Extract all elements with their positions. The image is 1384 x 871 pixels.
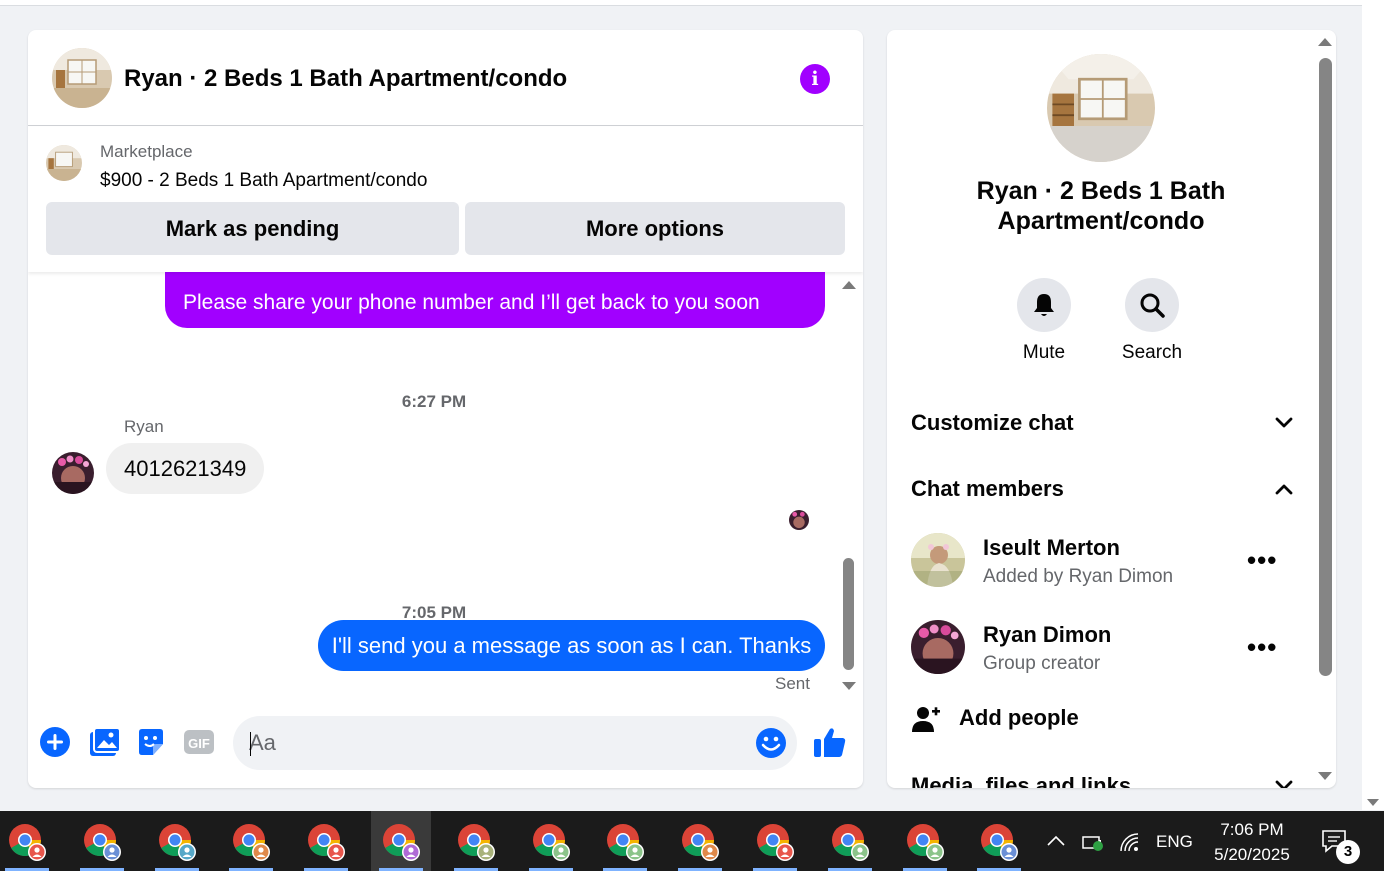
browser-top-edge <box>0 0 1362 6</box>
taskbar-chrome-icon[interactable] <box>221 811 281 871</box>
chat-panel: Ryan · 2 Beds 1 Bath Apartment/condo i M… <box>28 30 863 788</box>
message-scrollbar[interactable] <box>838 278 860 698</box>
member-name: Iseult Merton <box>983 535 1120 560</box>
member-avatar[interactable] <box>911 533 965 587</box>
member-more-icon[interactable]: ••• <box>1247 545 1277 576</box>
gif-icon[interactable]: GIF <box>183 726 215 758</box>
seen-receipt-avatar <box>789 510 809 530</box>
mute-button[interactable]: Mute <box>1004 278 1084 364</box>
photo-icon[interactable] <box>88 726 120 758</box>
taskbar-chrome-icon[interactable] <box>521 811 581 871</box>
scroll-down-icon[interactable] <box>842 682 856 690</box>
add-person-icon <box>912 707 940 732</box>
sticker-icon[interactable] <box>135 726 167 758</box>
search-icon <box>1140 293 1165 318</box>
listing-thumbnail[interactable] <box>52 48 112 108</box>
wifi-icon[interactable] <box>1118 831 1142 853</box>
member-subtitle: Group creator <box>983 653 1101 674</box>
chat-members-label: Chat members <box>911 476 1064 501</box>
taskbar-chrome-icon[interactable] <box>371 811 431 871</box>
mute-label: Mute <box>1022 342 1066 363</box>
info-icon[interactable]: i <box>800 64 830 94</box>
outgoing-message-bubble[interactable]: property Please share your phone number … <box>165 272 825 328</box>
media-files-links-section[interactable]: Media, files and links <box>911 766 1293 788</box>
windows-taskbar: ENG 7:06 PM 5/20/2025 3 <box>0 811 1384 871</box>
chat-details-panel: Ryan · 2 Beds 1 Bath Apartment/condo Mut… <box>887 30 1336 788</box>
taskbar-chrome-icon[interactable] <box>895 811 955 871</box>
customize-chat-label: Customize chat <box>911 410 1074 435</box>
chevron-up-icon[interactable] <box>1046 834 1066 848</box>
taskbar-chrome-icon[interactable] <box>446 811 506 871</box>
mark-as-pending-button[interactable]: Mark as pending <box>46 202 459 255</box>
details-scrollbar[interactable] <box>1312 30 1336 788</box>
outgoing-message-text: Please share your phone number and I’ll … <box>183 291 760 314</box>
scroll-down-icon[interactable] <box>1318 772 1332 780</box>
message-status: Sent <box>775 674 810 693</box>
customize-chat-section[interactable]: Customize chat <box>911 403 1293 443</box>
incoming-message-bubble[interactable]: 4012621349 <box>106 443 265 494</box>
taskbar-chrome-icon[interactable] <box>969 811 1029 871</box>
message-timestamp: 6:27 PM <box>401 392 467 411</box>
message-input-wrapper[interactable] <box>233 716 797 770</box>
media-files-links-label: Media, files and links <box>911 773 1132 788</box>
member-name: Ryan Dimon <box>983 622 1112 647</box>
clock-time: 7:06 PM <box>1220 820 1284 839</box>
scrollbar-thumb[interactable] <box>1319 58 1332 676</box>
taskbar-chrome-icon[interactable] <box>820 811 880 871</box>
member-row[interactable]: Ryan Dimon Group creator ••• <box>911 620 1281 678</box>
marketplace-label: Marketplace <box>100 142 193 161</box>
taskbar-chrome-icon[interactable] <box>296 811 356 871</box>
member-row[interactable]: Iseult Merton Added by Ryan Dimon ••• <box>911 533 1281 591</box>
text-caret <box>250 732 251 756</box>
taskbar-chrome-icon[interactable] <box>670 811 730 871</box>
taskbar-chrome-icon[interactable] <box>595 811 655 871</box>
taskbar-chrome-icon[interactable] <box>0 811 57 871</box>
chevron-down-icon[interactable] <box>1275 415 1293 431</box>
message-input[interactable] <box>249 716 729 770</box>
more-options-button[interactable]: More options <box>465 202 845 255</box>
language-indicator[interactable]: ENG <box>1156 832 1193 852</box>
sender-avatar[interactable] <box>52 452 94 494</box>
details-title: Ryan · 2 Beds 1 Bath Apartment/condo <box>976 177 1226 235</box>
scroll-up-icon[interactable] <box>1318 38 1332 46</box>
battery-icon[interactable] <box>1081 832 1105 852</box>
taskbar-chrome-icon[interactable] <box>147 811 207 871</box>
chat-members-section[interactable]: Chat members <box>911 469 1293 509</box>
add-people-label: Add people <box>959 705 1079 730</box>
message-sender-name: Ryan <box>124 417 164 436</box>
emoji-icon[interactable] <box>754 726 788 760</box>
chat-title: Ryan · 2 Beds 1 Bath Apartment/condo <box>124 65 568 92</box>
taskbar-chrome-icon[interactable] <box>72 811 132 871</box>
clock[interactable]: 7:06 PM 5/20/2025 <box>1204 817 1300 867</box>
notification-count-badge: 3 <box>1336 840 1360 864</box>
clock-date: 5/20/2025 <box>1214 845 1290 864</box>
member-more-icon[interactable]: ••• <box>1247 632 1277 663</box>
plus-icon[interactable] <box>39 726 71 758</box>
thumbs-up-icon[interactable] <box>812 724 848 760</box>
outgoing-message-bubble[interactable]: I'll send you a message as soon as I can… <box>318 620 825 671</box>
bell-icon <box>1034 294 1054 316</box>
taskbar-chrome-icon[interactable] <box>745 811 805 871</box>
scroll-up-icon[interactable] <box>842 281 856 289</box>
marketplace-listing-title[interactable]: $900 - 2 Beds 1 Bath Apartment/condo <box>100 170 427 192</box>
chat-photo[interactable] <box>1047 54 1155 162</box>
add-people-button[interactable]: Add people <box>911 702 1211 738</box>
page-scrollbar[interactable] <box>1362 0 1384 810</box>
marketplace-listing-thumbnail[interactable] <box>46 145 82 181</box>
svg-text:GIF: GIF <box>188 736 210 751</box>
chat-header: Ryan · 2 Beds 1 Bath Apartment/condo i <box>28 30 863 126</box>
scrollbar-thumb[interactable] <box>843 558 854 670</box>
member-avatar[interactable] <box>911 620 965 674</box>
chevron-down-icon[interactable] <box>1275 778 1293 788</box>
search-button[interactable]: Search <box>1112 278 1192 364</box>
member-subtitle: Added by Ryan Dimon <box>983 566 1174 587</box>
search-label: Search <box>1121 342 1183 363</box>
message-thread[interactable]: property Please share your phone number … <box>28 272 863 702</box>
chevron-up-icon[interactable] <box>1275 481 1293 497</box>
page-scroll-down-icon[interactable] <box>1367 799 1379 806</box>
message-composer: GIF <box>28 712 863 774</box>
marketplace-banner: Marketplace $900 - 2 Beds 1 Bath Apartme… <box>28 127 863 272</box>
